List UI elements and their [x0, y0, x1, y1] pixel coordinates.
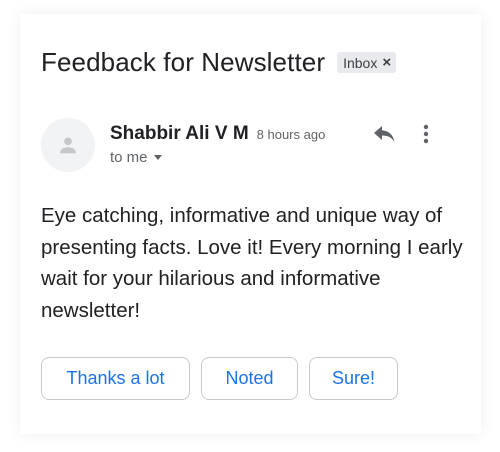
more-vert-icon: [423, 124, 429, 144]
sender-name: Shabbir Ali V M: [110, 123, 249, 144]
smart-reply-sure-button[interactable]: Sure!: [309, 357, 398, 400]
email-card: Feedback for Newsletter Inbox × Shabbir …: [20, 14, 481, 434]
subject-row: Feedback for Newsletter Inbox ×: [41, 47, 397, 78]
recipient-text: to me: [110, 149, 148, 166]
email-subject: Feedback for Newsletter: [41, 47, 326, 77]
more-options-button[interactable]: [416, 120, 436, 148]
reply-icon: [374, 126, 395, 142]
inbox-label-chip[interactable]: Inbox ×: [337, 52, 397, 73]
email-timestamp: 8 hours ago: [256, 127, 326, 142]
smart-replies: Thanks a lot Noted Sure!: [41, 357, 409, 400]
smart-reply-thanks-button[interactable]: Thanks a lot: [41, 357, 190, 400]
sender-block: Shabbir Ali V M 8 hours ago to me: [110, 123, 325, 166]
caret-down-icon[interactable]: [153, 155, 162, 160]
sender-line: Shabbir Ali V M 8 hours ago: [110, 123, 325, 145]
recipient-details[interactable]: to me: [110, 149, 325, 166]
reply-button[interactable]: [370, 120, 398, 148]
email-body: Eye catching, informative and unique way…: [41, 204, 463, 322]
remove-label-icon[interactable]: ×: [382, 55, 391, 70]
label-text: Inbox: [343, 54, 378, 71]
smart-reply-noted-button[interactable]: Noted: [201, 357, 298, 400]
avatar: [41, 118, 95, 172]
person-icon: [60, 137, 76, 154]
